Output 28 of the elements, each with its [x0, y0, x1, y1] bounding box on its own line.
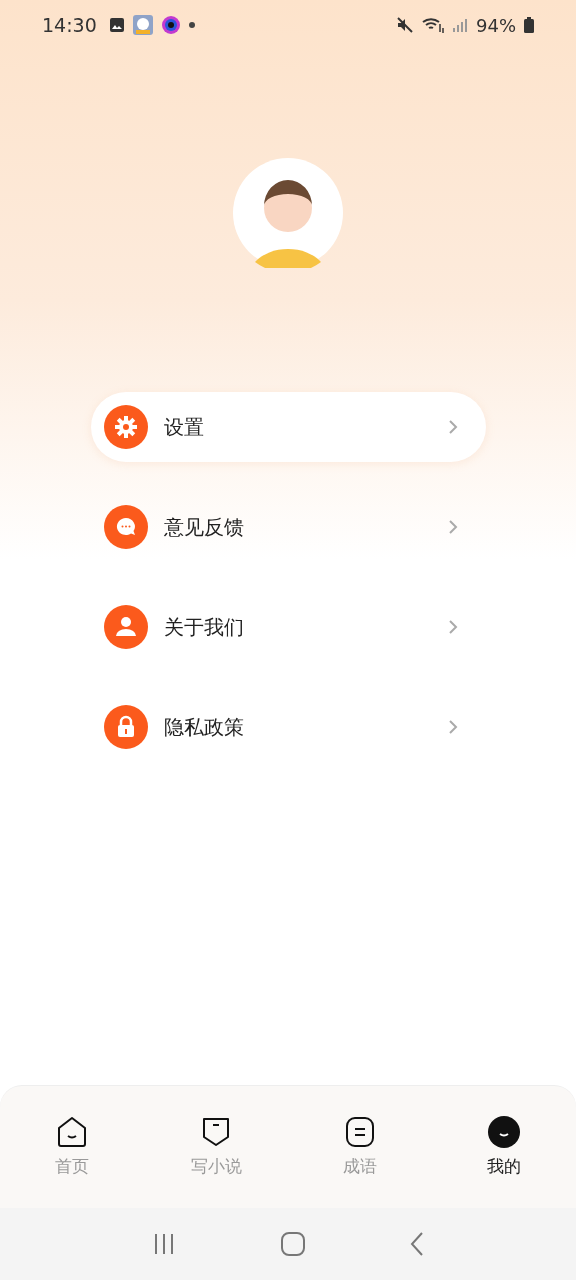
chevron-icon [448, 619, 458, 635]
smile-icon [487, 1115, 521, 1149]
home-icon [55, 1115, 89, 1149]
image-icon [108, 17, 125, 33]
battery-percent: 94% [476, 14, 516, 36]
tab[interactable]: 我的 [432, 1086, 576, 1208]
wifi-icon [422, 16, 444, 34]
chevron-icon [448, 419, 458, 435]
battery-icon [524, 17, 534, 33]
list-icon [343, 1115, 377, 1149]
signal-icon [452, 17, 468, 33]
app-icon [132, 15, 153, 35]
chevron-icon [448, 519, 458, 535]
settings-icon [104, 405, 148, 449]
menu-item[interactable]: 意见反馈 [91, 492, 486, 562]
menu-item[interactable]: 关于我们 [91, 592, 486, 662]
mute-icon [396, 16, 414, 34]
menu-item[interactable]: 隐私政策 [91, 692, 486, 762]
menu-item[interactable]: 设置 [91, 392, 486, 462]
dot-icon [188, 22, 195, 28]
chat-icon [104, 505, 148, 549]
status-time: 14:30 [42, 14, 97, 36]
home-button-icon[interactable] [281, 1232, 305, 1256]
camera-icon [160, 15, 181, 35]
lock-icon [104, 705, 148, 749]
back-icon[interactable] [409, 1232, 424, 1256]
chevron-icon [448, 719, 458, 735]
person-icon [104, 605, 148, 649]
